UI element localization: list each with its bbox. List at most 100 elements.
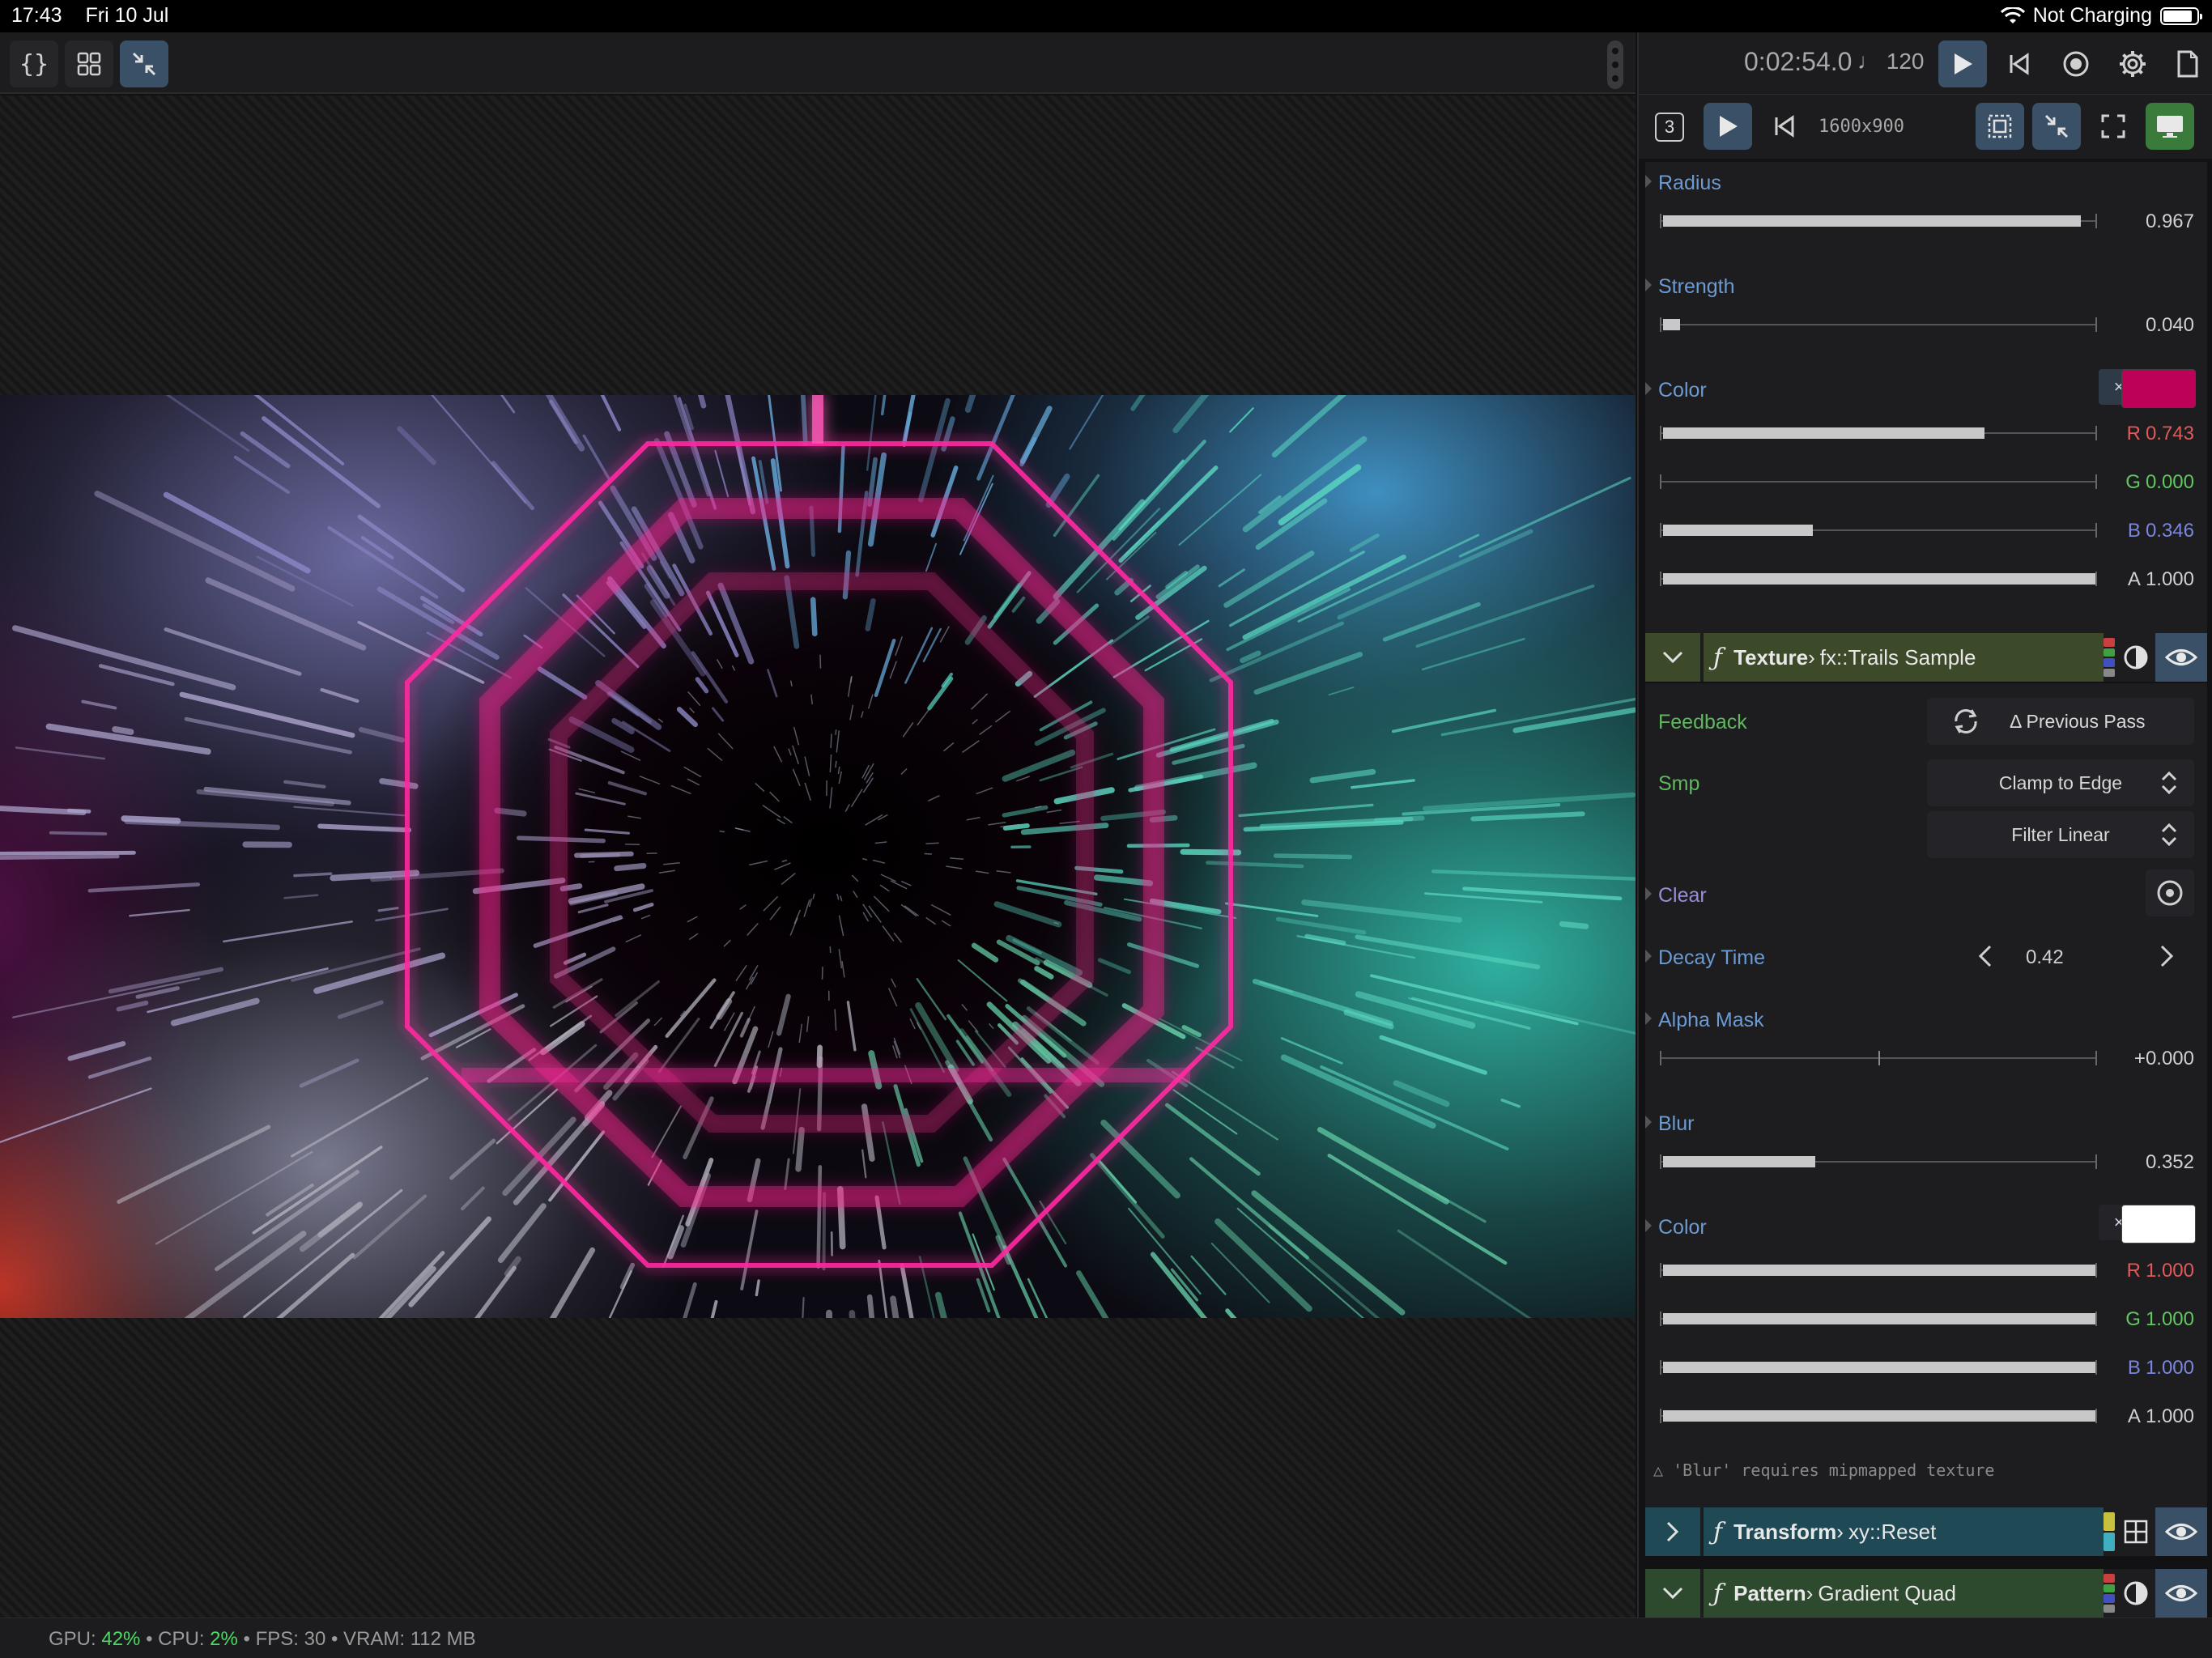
fullscreen-button[interactable] — [2089, 103, 2138, 150]
collapse-preview-button[interactable] — [2032, 103, 2081, 150]
layout-mode-button[interactable] — [2118, 1507, 2154, 1556]
particle-streak — [802, 1296, 805, 1318]
color-b-slider[interactable] — [1660, 523, 2097, 538]
panel-resize-handle[interactable] — [1607, 40, 1623, 89]
play-icon — [1955, 53, 1972, 74]
radius-value[interactable]: 0.967 — [2146, 210, 2194, 233]
expand-node-button[interactable] — [1645, 1507, 1700, 1556]
trail-color-a-slider[interactable] — [1660, 1409, 2097, 1423]
trail-color-r-slider[interactable] — [1660, 1263, 2097, 1278]
radius-slider[interactable] — [1660, 214, 2097, 228]
color-swatch[interactable] — [2121, 369, 2196, 408]
inner-particle — [893, 932, 903, 943]
alpha-mask-slider[interactable] — [1660, 1051, 2097, 1065]
trail-color-r-value[interactable]: R 1.000 — [2127, 1260, 2194, 1282]
inner-particle — [829, 754, 832, 773]
clear-trigger-button[interactable] — [2146, 869, 2194, 916]
preview-play-button[interactable] — [1704, 103, 1752, 150]
inner-particle — [658, 869, 675, 874]
particle-streak — [1225, 1308, 1237, 1318]
particle-streak — [293, 872, 333, 878]
inner-particle — [872, 859, 886, 864]
tempo-readout[interactable]: ♩ 120 — [1857, 49, 1925, 74]
blur-value[interactable]: 0.352 — [2146, 1151, 2194, 1174]
trail-color-b-slider[interactable] — [1660, 1360, 2097, 1375]
output-index-badge[interactable]: 3 — [1655, 113, 1684, 142]
color-r-slider[interactable] — [1660, 426, 2097, 440]
particle-streak — [408, 1216, 491, 1307]
trail-color-g-slider[interactable] — [1660, 1312, 2097, 1326]
inner-particle — [687, 916, 698, 923]
particle-streak — [81, 699, 117, 710]
color-g-value[interactable]: G 0.000 — [2125, 471, 2194, 494]
inner-particle — [925, 842, 939, 844]
collapse-node-button[interactable] — [1645, 633, 1700, 682]
particle-streak — [1165, 1103, 1261, 1176]
document-button[interactable] — [2163, 40, 2212, 87]
alpha-mask-value[interactable]: +0.000 — [2134, 1048, 2194, 1070]
collapse-node-button[interactable] — [1645, 1569, 1700, 1618]
particle-streak — [1309, 768, 1376, 784]
neon-octagons — [405, 395, 1233, 1268]
decay-increment-button[interactable] — [2150, 936, 2183, 976]
fit-frame-button[interactable] — [1976, 103, 2024, 150]
strength-slider[interactable] — [1660, 317, 2097, 332]
color-a-slider[interactable] — [1660, 572, 2097, 586]
particle-streak — [1349, 533, 1380, 553]
record-button[interactable] — [2052, 40, 2100, 87]
visibility-toggle[interactable] — [2155, 633, 2207, 682]
particle-streak — [352, 1194, 428, 1260]
visibility-toggle[interactable] — [2155, 1569, 2207, 1618]
external-display-button[interactable] — [2146, 103, 2194, 150]
play-button[interactable] — [1938, 40, 1987, 87]
trail-color-b-value[interactable]: B 1.000 — [2128, 1357, 2194, 1380]
particle-streak — [1100, 1120, 1180, 1199]
blend-mode-button[interactable] — [2118, 633, 2154, 682]
particle-streak — [1379, 1035, 1487, 1075]
color-r-value[interactable]: R 0.743 — [2127, 423, 2194, 445]
particle-streak — [874, 638, 896, 698]
cpu-label: • CPU: — [146, 1628, 205, 1650]
preview-rewind-button[interactable] — [1760, 103, 1809, 150]
color-a-value[interactable]: A 1.000 — [2128, 568, 2194, 591]
inner-particle — [850, 789, 863, 807]
trail-color-swatch[interactable] — [2121, 1205, 2196, 1244]
feedback-source-button[interactable]: Δ Previous Pass — [1927, 698, 2194, 745]
decay-time-value[interactable]: 0.42 — [2026, 946, 2064, 969]
blur-slider[interactable] — [1660, 1154, 2097, 1169]
settings-button[interactable] — [2108, 40, 2157, 87]
particle-streak — [575, 792, 626, 806]
decay-decrement-button[interactable] — [1969, 936, 2001, 976]
particle-streak — [170, 997, 260, 1027]
strength-value[interactable]: 0.040 — [2146, 314, 2194, 337]
inner-particle — [844, 803, 850, 813]
particle-streak — [1271, 395, 1347, 458]
particle-streak — [494, 807, 527, 817]
blend-mode-button[interactable] — [2118, 1569, 2154, 1618]
particle-streak — [108, 967, 224, 994]
sampler-wrap-select[interactable]: Clamp to Edge — [1927, 759, 2194, 806]
color-b-value[interactable]: B 0.346 — [2128, 520, 2194, 542]
color-g-slider[interactable] — [1660, 474, 2097, 489]
particle-streak — [116, 1000, 149, 1012]
visibility-toggle[interactable] — [2155, 1507, 2207, 1556]
rewind-button[interactable] — [1995, 40, 2044, 87]
sampler-filter-select[interactable]: Filter Linear — [1927, 811, 2194, 858]
texture-node-header[interactable]: ƒ Texture › fx::Trails Sample — [1645, 633, 2207, 682]
chevron-updown-icon — [2161, 823, 2177, 847]
trail-color-a-value[interactable]: A 1.000 — [2128, 1405, 2194, 1428]
status-date: Fri 10 Jul — [85, 4, 169, 27]
code-editor-button[interactable]: {} — [10, 40, 58, 87]
particle-streak — [537, 666, 588, 700]
trail-color-g-value[interactable]: G 1.000 — [2125, 1308, 2194, 1331]
particle-streak — [776, 993, 791, 1036]
collapse-view-button[interactable] — [120, 40, 168, 87]
inner-particle — [625, 934, 642, 943]
inner-particle — [970, 693, 989, 710]
grid-view-button[interactable] — [65, 40, 113, 87]
inner-particle — [1015, 776, 1030, 782]
particle-streak — [657, 1018, 700, 1073]
pattern-node-header[interactable]: ƒ Pattern › Gradient Quad — [1645, 1569, 2207, 1618]
transform-node-header[interactable]: ƒ Transform › xy::Reset — [1645, 1507, 2207, 1556]
inner-particle — [851, 874, 859, 882]
